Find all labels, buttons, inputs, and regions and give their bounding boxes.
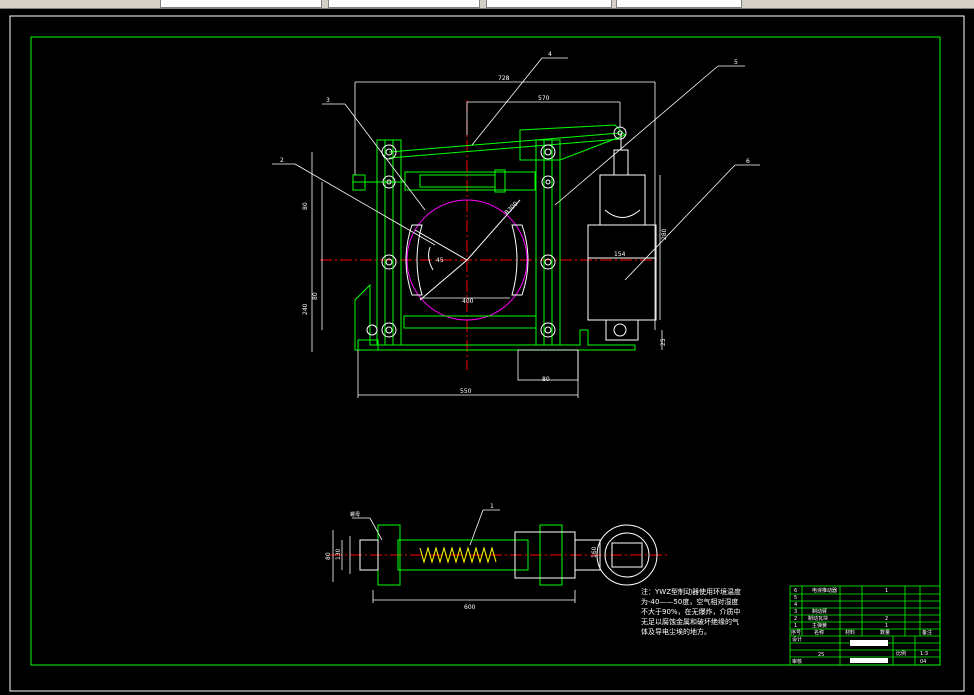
tb-row-name-6: 电液推动器 xyxy=(812,587,837,594)
dim-570: 570 xyxy=(538,95,550,102)
tb-row-no-4: 4 xyxy=(794,602,797,608)
thruster-body xyxy=(587,224,657,321)
dim-plan-130: 130 xyxy=(335,548,342,560)
toolbar-field-linetype[interactable] xyxy=(328,0,480,8)
drawing-frame xyxy=(30,36,941,666)
front-dim-texts: 728 570 80 80 240 45 R300 400 280 154 55… xyxy=(302,75,668,395)
technical-note: 注：YWZ型制动器使用环境温度 为-40——50度，空气相对湿度 不大于90%，… xyxy=(641,587,741,636)
note-line-1: 注：YWZ型制动器使用环境温度 xyxy=(641,587,741,596)
tb-row-qty-6: 1 xyxy=(885,588,888,594)
note-line-2: 为-40——50度，空气相对湿度 xyxy=(641,597,738,606)
tb-row-qty-1: 1 xyxy=(885,623,888,629)
note-line-3: 不大于90%，在无爆炸，介质中 xyxy=(641,607,741,616)
tb-header-no: 序号 xyxy=(791,629,801,636)
nut-label: 螺母 xyxy=(350,511,360,518)
balloon-5: 5 xyxy=(734,59,738,66)
tb-scale-value: 1:3 xyxy=(920,651,928,657)
tb-header-name: 名称 xyxy=(814,629,824,636)
tb-header-material: 材料 xyxy=(845,629,855,636)
dim-600: 600 xyxy=(464,604,476,611)
note-line-4: 无足以腐蚀金属和破坏绝缘的气 xyxy=(641,617,739,626)
tb-code: 25 xyxy=(818,652,824,658)
tb-header-qty: 数量 xyxy=(880,629,890,636)
dim-plan-160: 160 xyxy=(591,546,598,558)
dim-80-base: 80 xyxy=(542,376,550,383)
toolbar-field-layer[interactable] xyxy=(160,0,322,8)
dim-550: 550 xyxy=(460,388,472,395)
dim-25: 25 xyxy=(660,338,667,346)
tb-design-label: 设计 xyxy=(792,636,802,643)
balloon-1: 1 xyxy=(490,503,494,510)
tb-sheet: 04 xyxy=(920,659,926,665)
tb-scale-label: 比例 xyxy=(896,650,906,657)
dim-80-lower: 80 xyxy=(312,292,319,300)
title-block-texts: 6 电液推动器 1 5 4 3 制动臂 2 制动瓦块 2 1 主弹簧 1 序号 … xyxy=(791,587,932,665)
drawing-canvas[interactable]: 728 570 80 80 240 45 R300 400 280 154 55… xyxy=(0,9,974,695)
tb-row-name-2: 制动瓦块 xyxy=(808,615,828,622)
cad-toolbar xyxy=(0,0,974,9)
tb-row-name-3: 制动臂 xyxy=(812,608,827,615)
plan-view xyxy=(330,517,670,603)
dim-drum: 400 xyxy=(462,298,474,305)
dim-80-left: 80 xyxy=(302,202,309,210)
balloon-6: 6 xyxy=(746,158,750,165)
tb-header-note: 备注 xyxy=(922,629,932,636)
dim-240: 240 xyxy=(302,303,309,315)
dim-plan-80: 80 xyxy=(325,552,332,560)
tb-school-box xyxy=(850,658,888,663)
tb-row-no-3: 3 xyxy=(794,609,797,615)
dim-728: 728 xyxy=(498,75,510,82)
leaders xyxy=(272,57,760,546)
balloon-4: 4 xyxy=(548,51,552,58)
dim-angle: 45 xyxy=(436,257,444,264)
balloon-3: 3 xyxy=(326,97,330,104)
toolbar-field-color[interactable] xyxy=(616,0,742,8)
plan-dim-texts: 600 80 130 160 螺母 xyxy=(325,511,598,611)
front-view xyxy=(320,100,660,370)
tb-drawing-name-box xyxy=(850,640,888,646)
tb-row-no-6: 6 xyxy=(794,588,797,594)
dim-154: 154 xyxy=(614,251,626,258)
toolbar-field-lineweight[interactable] xyxy=(486,0,612,8)
tb-row-name-1: 主弹簧 xyxy=(812,622,827,629)
tb-review-label: 审核 xyxy=(792,658,802,665)
tb-row-no-1: 1 xyxy=(794,623,797,629)
tb-row-qty-2: 2 xyxy=(885,616,888,622)
balloon-2: 2 xyxy=(280,157,284,164)
tb-row-no-5: 5 xyxy=(794,595,797,601)
tb-row-no-2: 2 xyxy=(794,616,797,622)
note-line-5: 体及导电尘埃的地方。 xyxy=(641,627,711,636)
